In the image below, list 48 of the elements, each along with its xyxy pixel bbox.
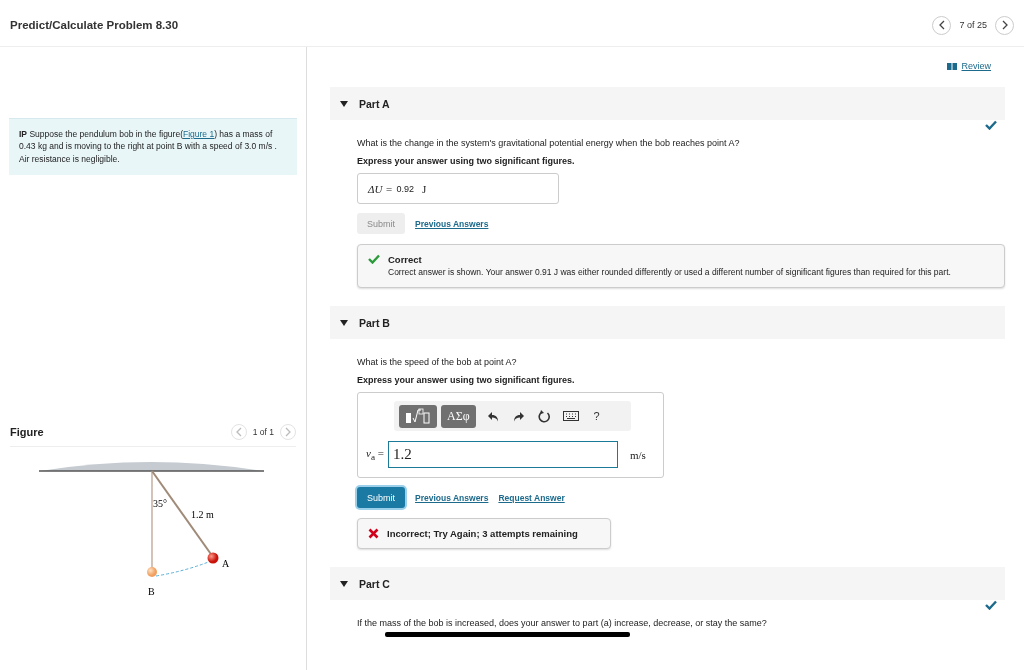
submit-button[interactable]: Submit [357, 487, 405, 509]
answer-link[interactable]: Previous Answers [415, 492, 489, 503]
chevron-right-icon [1000, 20, 1009, 30]
part-title: Part A [359, 97, 390, 110]
answer-value: 0.92 [396, 183, 415, 194]
undo-icon[interactable] [486, 410, 499, 422]
question-text: If the mass of the bob is increased, does your answer to part (a) increase, decrease, or stay the same? [357, 618, 768, 629]
figure-title: Figure [10, 425, 45, 438]
question-text: What is the speed of the bob at point A? [357, 357, 518, 368]
feedback-message: Incorrect; Try Again; 3 attempts remaining [387, 528, 578, 540]
chevron-left-icon [937, 20, 946, 30]
variable-label: ΔU = [368, 182, 393, 195]
feedback-message: Correct answer is shown. Your answer 0.91 J was either rounded differently or used a different number of significant figures than required for this part. [388, 267, 951, 279]
symbols-button[interactable]: ΑΣφ [441, 404, 476, 428]
checkmark-icon [368, 254, 380, 264]
instruction-text: Express your answer using two significant figures. [357, 375, 576, 386]
answer-link[interactable]: Previous Answers [415, 218, 489, 229]
redo-icon[interactable] [512, 410, 525, 422]
variable-label: v$_{a}$ = [366, 447, 384, 463]
unit-label: m/s [629, 448, 646, 461]
review-link[interactable]: Review [961, 61, 991, 71]
part-header[interactable]: Part C [330, 567, 1005, 601]
part-header[interactable]: Part B [330, 306, 1005, 340]
keyboard-icon[interactable] [562, 411, 579, 422]
problem-title: Predict/Calculate Problem 8.30 [10, 19, 180, 31]
part-header[interactable]: Part A [330, 87, 1005, 120]
part-title: Part B [359, 316, 390, 329]
next-button[interactable] [995, 15, 1014, 35]
help-button[interactable]: ? [583, 410, 610, 423]
reset-icon[interactable] [538, 409, 552, 423]
page-counter: 1 of 1 [252, 426, 274, 437]
pendulum-drawing: 35° 1.2 m A B [36, 458, 266, 599]
question-text: What is the change in the system's gravitational potential energy when the bob reaches point A? [357, 138, 741, 148]
answer-field[interactable]: 1.2 [387, 441, 618, 469]
part-title: Part C [359, 577, 390, 590]
page-counter: 7 of 25 [959, 20, 987, 30]
cross-icon [368, 528, 379, 540]
instruction-text: Express your answer using two significant figures. [357, 156, 576, 166]
answer-link[interactable]: Request Answer [498, 492, 565, 503]
templates-button[interactable] [399, 404, 437, 428]
chevron-left-icon [234, 426, 243, 437]
problem-statement: IP Suppose the pendulum bob in the figure(Figure 1) has a mass of 0.43 kg and is moving to the right at point B with a speed of 3.0 m/s . Air resistance is negligible. [9, 118, 297, 175]
templates-icon [405, 408, 431, 425]
book-icon [947, 62, 958, 70]
feedback-title: Correct [388, 254, 423, 265]
answer-field[interactable]: ΔU = 0.92 J [357, 173, 559, 204]
unit-label: J [422, 182, 427, 195]
chevron-right-icon [284, 426, 292, 437]
